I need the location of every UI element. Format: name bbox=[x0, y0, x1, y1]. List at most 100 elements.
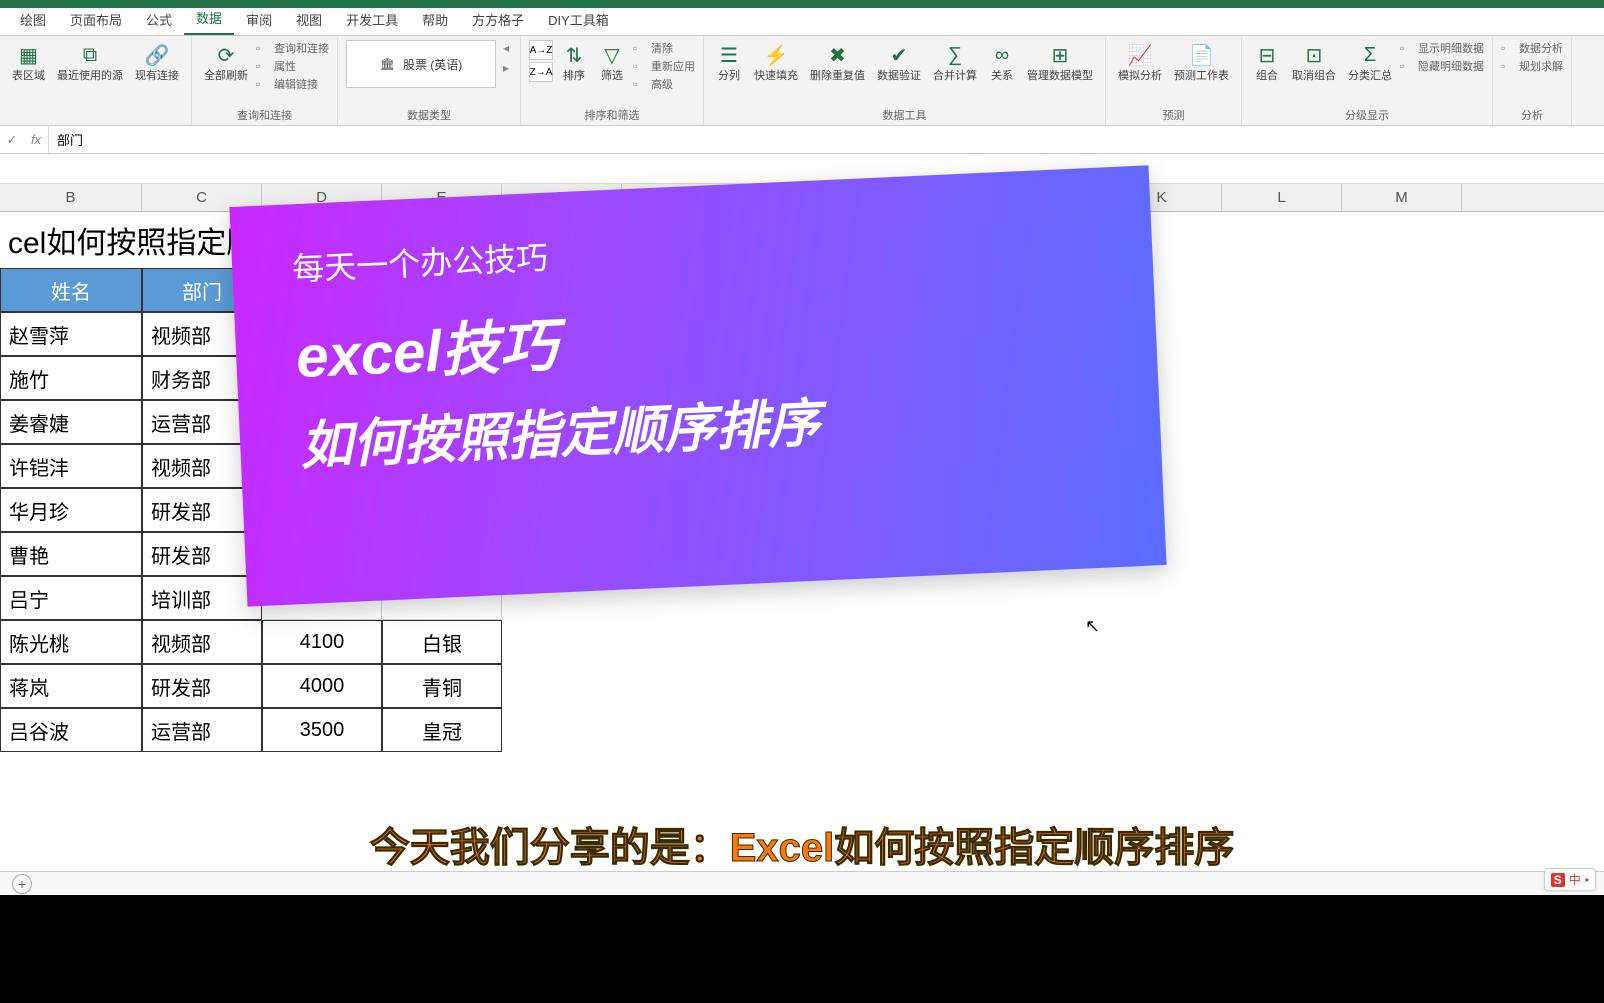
cell-r6-c1[interactable]: 培训部 bbox=[142, 576, 262, 620]
g5-btn-4-icon: ∑ bbox=[942, 42, 968, 68]
ribbon: ▦表区域⧉最近使用的源🔗现有连接 ⟳ 全部刷新 ▫查询和连接 ▫属性 ▫编辑链接 查… bbox=[0, 36, 1604, 126]
refresh-all-button[interactable]: ⟳ 全部刷新 bbox=[200, 40, 252, 85]
g5-btn-4[interactable]: ∑合并计算 bbox=[929, 40, 981, 85]
g5-btn-5[interactable]: ∞关系 bbox=[985, 40, 1019, 85]
tab-2[interactable]: 公式 bbox=[134, 4, 184, 35]
col-header-B[interactable]: B bbox=[0, 184, 142, 211]
g7-btn-1[interactable]: ⊡取消组合 bbox=[1288, 40, 1340, 85]
add-sheet-button[interactable]: + bbox=[12, 874, 32, 894]
col-header-M[interactable]: M bbox=[1342, 184, 1462, 211]
g5-btn-2[interactable]: ✖删除重复值 bbox=[806, 40, 869, 85]
cell-r8-c0[interactable]: 蒋岚 bbox=[0, 664, 142, 708]
group-sort-filter: A→Z Z→A ⇅排序 ▽筛选 ▫清除 ▫重新应用 ▫高级 排序和筛选 bbox=[521, 36, 704, 125]
tab-1[interactable]: 页面布局 bbox=[58, 4, 134, 35]
sort-asc-button[interactable]: A→Z bbox=[529, 40, 553, 60]
stock-type-box[interactable]: 🏛 股票 (英语) bbox=[346, 40, 496, 88]
sort-button[interactable]: ⇅排序 bbox=[557, 40, 591, 85]
g5-btn-1-icon: ⚡ bbox=[763, 42, 789, 68]
cell-r7-c1[interactable]: 视频部 bbox=[142, 620, 262, 664]
cell-r9-c1[interactable]: 运营部 bbox=[142, 708, 262, 752]
tab-8[interactable]: 方方格子 bbox=[460, 4, 536, 35]
g6-btn-0-icon: 📈 bbox=[1127, 42, 1153, 68]
cell-r8-c3[interactable]: 青铜 bbox=[382, 664, 502, 708]
g2-item-1[interactable]: ▫属性 bbox=[256, 58, 329, 74]
tab-6[interactable]: 开发工具 bbox=[334, 4, 410, 35]
cell-r8-c2[interactable]: 4000 bbox=[262, 664, 382, 708]
g4-item-1[interactable]: ▫重新应用 bbox=[633, 58, 695, 74]
ime-logo-icon: S bbox=[1551, 873, 1565, 887]
cell-r8-c1[interactable]: 研发部 bbox=[142, 664, 262, 708]
tab-4[interactable]: 审阅 bbox=[234, 4, 284, 35]
g4-item-0-icon: ▫ bbox=[633, 41, 647, 55]
spacer-row bbox=[0, 154, 1604, 184]
g7-btn-0[interactable]: ⊟组合 bbox=[1250, 40, 1284, 85]
g1-btn-1-icon: ⧉ bbox=[77, 42, 103, 68]
fb-cancel-button[interactable]: ✓ bbox=[0, 132, 24, 148]
group-label: 分级显示 bbox=[1345, 105, 1389, 123]
tab-9[interactable]: DIY工具箱 bbox=[536, 4, 621, 35]
g6-btn-1[interactable]: 📄预测工作表 bbox=[1170, 40, 1233, 85]
g5-btn-6-icon: ⊞ bbox=[1047, 42, 1073, 68]
g4-item-2-icon: ▫ bbox=[633, 77, 647, 91]
g4-item-0[interactable]: ▫清除 bbox=[633, 40, 695, 56]
cell-r1-c0[interactable]: 施竹 bbox=[0, 356, 142, 400]
g1-btn-0[interactable]: ▦表区域 bbox=[8, 40, 49, 85]
g2-item-2[interactable]: ▫编辑链接 bbox=[256, 76, 329, 92]
cell-r5-c0[interactable]: 曹艳 bbox=[0, 532, 142, 576]
g5-btn-3[interactable]: ✔数据验证 bbox=[873, 40, 925, 85]
cell-r4-c0[interactable]: 华月珍 bbox=[0, 488, 142, 532]
g4-item-2[interactable]: ▫高级 bbox=[633, 76, 695, 92]
g5-btn-6[interactable]: ⊞管理数据模型 bbox=[1023, 40, 1097, 85]
ime-indicator[interactable]: S 中 • bbox=[1544, 868, 1596, 891]
tab-5[interactable]: 视图 bbox=[284, 4, 334, 35]
g6-btn-0[interactable]: 📈模拟分析 bbox=[1114, 40, 1166, 85]
tab-7[interactable]: 帮助 bbox=[410, 4, 460, 35]
cell-r9-c0[interactable]: 吕谷波 bbox=[0, 708, 142, 752]
g8-item-0[interactable]: ▫数据分析 bbox=[1501, 40, 1563, 56]
cell-r7-c3[interactable]: 白银 bbox=[382, 620, 502, 664]
tab-0[interactable]: 绘图 bbox=[8, 4, 58, 35]
g1-btn-2-icon: 🔗 bbox=[144, 42, 170, 68]
cell-r7-c2[interactable]: 4100 bbox=[262, 620, 382, 664]
g7-item-0-icon: ▫ bbox=[1400, 41, 1414, 55]
g1-btn-1[interactable]: ⧉最近使用的源 bbox=[53, 40, 127, 85]
g7-btn-2-icon: Σ bbox=[1357, 42, 1383, 68]
sheet-tabs-bar: + bbox=[0, 871, 1604, 895]
group-connections: ⟳ 全部刷新 ▫查询和连接 ▫属性 ▫编辑链接 查询和连接 bbox=[192, 36, 338, 125]
cell-r9-c3[interactable]: 皇冠 bbox=[382, 708, 502, 752]
cell-r7-c0[interactable]: 陈光桃 bbox=[0, 620, 142, 664]
col-header-L[interactable]: L bbox=[1222, 184, 1342, 211]
cell-r9-c2[interactable]: 3500 bbox=[262, 708, 382, 752]
g1-btn-2[interactable]: 🔗现有连接 bbox=[131, 40, 183, 85]
g4-item-1-icon: ▫ bbox=[633, 59, 647, 73]
video-black-bar bbox=[0, 895, 1604, 1003]
g5-btn-0[interactable]: ☰分列 bbox=[712, 40, 746, 85]
g7-item-0[interactable]: ▫显示明细数据 bbox=[1400, 40, 1484, 56]
arrow-left-icon[interactable]: ◂ bbox=[500, 40, 512, 56]
g7-item-1-icon: ▫ bbox=[1400, 59, 1414, 73]
g7-btn-2[interactable]: Σ分类汇总 bbox=[1344, 40, 1396, 85]
sort-desc-button[interactable]: Z→A bbox=[529, 62, 553, 82]
g8-item-1[interactable]: ▫规划求解 bbox=[1501, 58, 1563, 74]
cell-r3-c0[interactable]: 许铠沣 bbox=[0, 444, 142, 488]
cell-r6-c0[interactable]: 吕宁 bbox=[0, 576, 142, 620]
formula-bar: ✓ fx 部门 bbox=[0, 126, 1604, 154]
cell-r2-c0[interactable]: 姜睿婕 bbox=[0, 400, 142, 444]
fx-icon[interactable]: fx bbox=[24, 132, 48, 147]
filter-button[interactable]: ▽筛选 bbox=[595, 40, 629, 85]
formula-input[interactable]: 部门 bbox=[48, 126, 1604, 153]
g8-item-0-icon: ▫ bbox=[1501, 41, 1515, 55]
g2-item-0[interactable]: ▫查询和连接 bbox=[256, 40, 329, 56]
table-header-0[interactable]: 姓名 bbox=[0, 268, 142, 312]
g2-item-2-icon: ▫ bbox=[256, 77, 270, 91]
tab-3[interactable]: 数据 bbox=[184, 2, 234, 35]
g5-btn-1[interactable]: ⚡快速填充 bbox=[750, 40, 802, 85]
group-label: 排序和筛选 bbox=[585, 105, 640, 123]
arrow-right-icon[interactable]: ▸ bbox=[500, 60, 512, 76]
group-label: 查询和连接 bbox=[237, 105, 292, 123]
g5-btn-2-icon: ✖ bbox=[825, 42, 851, 68]
g7-item-1[interactable]: ▫隐藏明细数据 bbox=[1400, 58, 1484, 74]
cell-r0-c0[interactable]: 赵雪萍 bbox=[0, 312, 142, 356]
ribbon-tabs: 绘图页面布局公式数据审阅视图开发工具帮助方方格子DIY工具箱 bbox=[0, 8, 1604, 36]
group-analysis: ▫数据分析▫规划求解 分析 bbox=[1493, 36, 1572, 125]
